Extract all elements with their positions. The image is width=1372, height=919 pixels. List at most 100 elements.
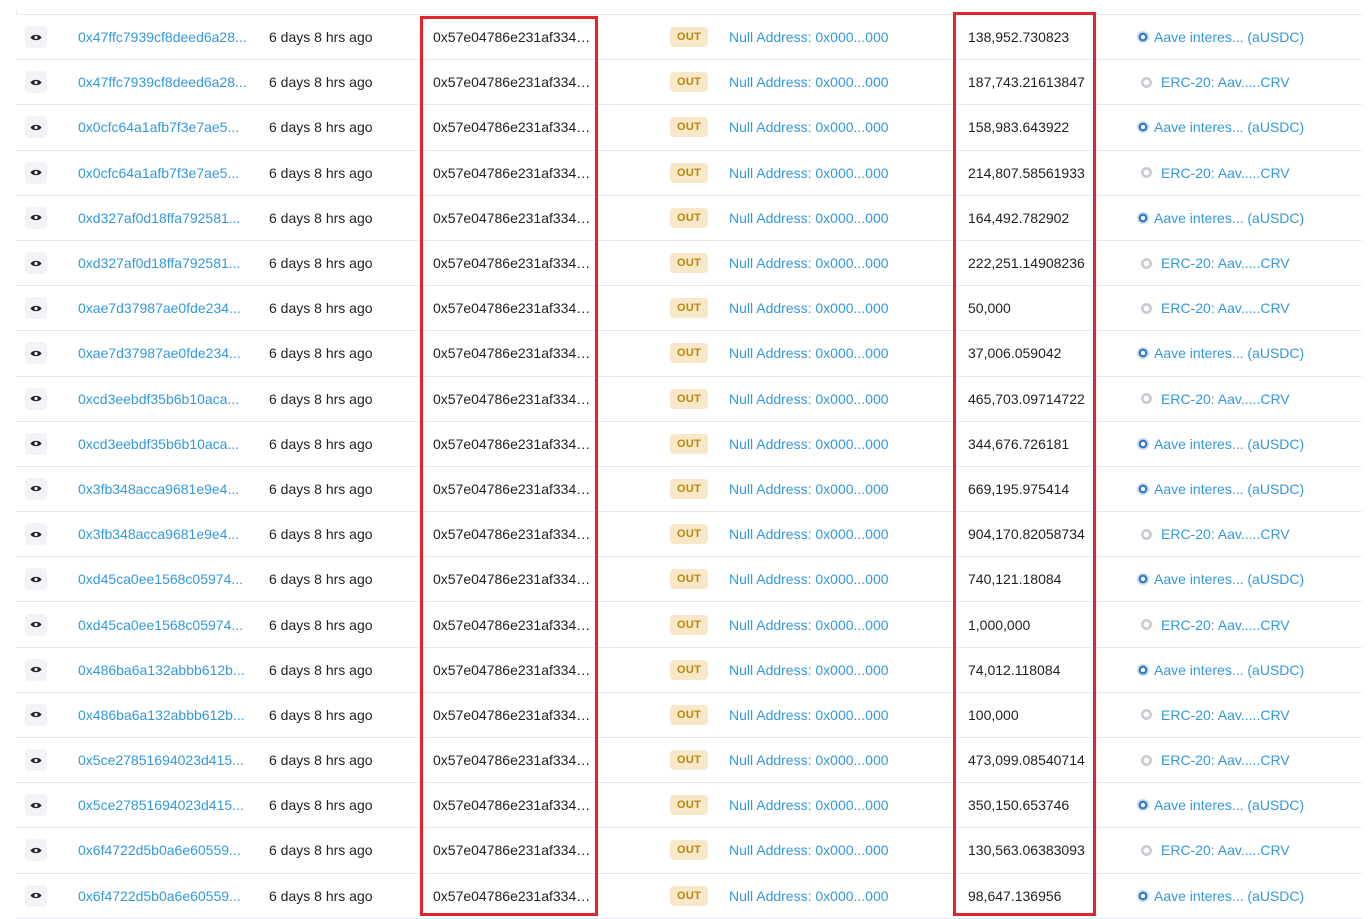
txn-hash-link[interactable]: 0x47ffc7939cf8deed6a28... [78, 74, 247, 90]
from-address[interactable]: 0x57e04786e231af3343... [433, 526, 591, 542]
txn-hash-link[interactable]: 0x0cfc64a1afb7f3e7ae5... [78, 165, 239, 181]
from-address[interactable]: 0x57e04786e231af3343... [433, 74, 591, 90]
eye-icon[interactable] [25, 884, 47, 907]
txn-hash-link[interactable]: 0xd45ca0ee1568c05974... [78, 617, 243, 633]
to-address-link[interactable]: Null Address: 0x000...000 [729, 210, 889, 226]
txn-hash-link[interactable]: 0x5ce27851694023d415... [78, 797, 244, 813]
to-address-link[interactable]: Null Address: 0x000...000 [729, 617, 889, 633]
from-address[interactable]: 0x57e04786e231af3343... [433, 617, 591, 633]
from-address[interactable]: 0x57e04786e231af3343... [433, 797, 591, 813]
token-link[interactable]: Aave interes... (aUSDC) [1154, 662, 1304, 678]
txn-hash-link[interactable]: 0xd45ca0ee1568c05974... [78, 571, 243, 587]
eye-icon[interactable] [25, 432, 47, 455]
token-link[interactable]: Aave interes... (aUSDC) [1154, 345, 1304, 361]
to-address-link[interactable]: Null Address: 0x000...000 [729, 842, 889, 858]
token-link[interactable]: Aave interes... (aUSDC) [1154, 436, 1304, 452]
from-address[interactable]: 0x57e04786e231af3343... [433, 210, 591, 226]
eye-icon[interactable] [25, 749, 47, 772]
eye-icon[interactable] [25, 523, 47, 546]
eye-icon[interactable] [25, 342, 47, 365]
token-link[interactable]: Aave interes... (aUSDC) [1154, 571, 1304, 587]
txn-hash-link[interactable]: 0xd327af0d18ffa792581... [78, 255, 240, 271]
to-address-link[interactable]: Null Address: 0x000...000 [729, 752, 889, 768]
eye-icon[interactable] [25, 116, 47, 139]
token-link[interactable]: ERC-20: Aav.....CRV [1161, 617, 1290, 633]
txn-hash-link[interactable]: 0x6f4722d5b0a6e60559... [78, 888, 241, 904]
from-address[interactable]: 0x57e04786e231af3343... [433, 707, 591, 723]
token-link[interactable]: ERC-20: Aav.....CRV [1161, 707, 1290, 723]
to-address-link[interactable]: Null Address: 0x000...000 [729, 300, 889, 316]
txn-hash-link[interactable]: 0x5ce27851694023d415... [78, 752, 244, 768]
from-address[interactable]: 0x57e04786e231af3343... [433, 29, 591, 45]
token-link[interactable]: ERC-20: Aav.....CRV [1161, 752, 1290, 768]
eye-icon[interactable] [25, 794, 47, 817]
token-link[interactable]: ERC-20: Aav.....CRV [1161, 74, 1290, 90]
txn-hash-link[interactable]: 0x486ba6a132abbb612b... [78, 662, 245, 678]
eye-icon[interactable] [25, 703, 47, 726]
eye-icon[interactable] [25, 658, 47, 681]
txn-hash-link[interactable]: 0xcd3eebdf35b6b10aca... [78, 436, 239, 452]
token-link[interactable]: ERC-20: Aav.....CRV [1161, 526, 1290, 542]
from-address[interactable]: 0x57e04786e231af3343... [433, 571, 591, 587]
token-link[interactable]: ERC-20: Aav.....CRV [1161, 842, 1290, 858]
from-address[interactable]: 0x57e04786e231af3343... [433, 345, 591, 361]
eye-icon[interactable] [25, 26, 47, 49]
from-address[interactable]: 0x57e04786e231af3343... [433, 436, 591, 452]
token-link[interactable]: Aave interes... (aUSDC) [1154, 888, 1304, 904]
from-address[interactable]: 0x57e04786e231af3343... [433, 255, 591, 271]
eye-icon[interactable] [25, 839, 47, 862]
eye-icon[interactable] [25, 71, 47, 94]
from-address[interactable]: 0x57e04786e231af3343... [433, 842, 591, 858]
to-address-link[interactable]: Null Address: 0x000...000 [729, 255, 889, 271]
txn-hash-link[interactable]: 0xd327af0d18ffa792581... [78, 210, 240, 226]
eye-icon[interactable] [25, 297, 47, 320]
to-address-link[interactable]: Null Address: 0x000...000 [729, 29, 889, 45]
from-address[interactable]: 0x57e04786e231af3343... [433, 300, 591, 316]
token-link[interactable]: ERC-20: Aav.....CRV [1161, 165, 1290, 181]
eye-icon[interactable] [25, 477, 47, 500]
from-address[interactable]: 0x57e04786e231af3343... [433, 752, 591, 768]
from-address[interactable]: 0x57e04786e231af3343... [433, 481, 591, 497]
token-link[interactable]: Aave interes... (aUSDC) [1154, 797, 1304, 813]
txn-hash-link[interactable]: 0x3fb348acca9681e9e4... [78, 481, 239, 497]
to-address-link[interactable]: Null Address: 0x000...000 [729, 662, 889, 678]
from-address[interactable]: 0x57e04786e231af3343... [433, 662, 591, 678]
token-link[interactable]: Aave interes... (aUSDC) [1154, 119, 1304, 135]
from-address[interactable]: 0x57e04786e231af3343... [433, 391, 591, 407]
token-link[interactable]: Aave interes... (aUSDC) [1154, 210, 1304, 226]
token-link[interactable]: Aave interes... (aUSDC) [1154, 29, 1304, 45]
txn-hash-link[interactable]: 0x47ffc7939cf8deed6a28... [78, 29, 247, 45]
txn-hash-link[interactable]: 0x486ba6a132abbb612b... [78, 707, 245, 723]
from-address[interactable]: 0x57e04786e231af3343... [433, 165, 591, 181]
eye-icon[interactable] [25, 206, 47, 229]
to-address-link[interactable]: Null Address: 0x000...000 [729, 345, 889, 361]
to-address-link[interactable]: Null Address: 0x000...000 [729, 391, 889, 407]
to-address-link[interactable]: Null Address: 0x000...000 [729, 74, 889, 90]
to-address-link[interactable]: Null Address: 0x000...000 [729, 481, 889, 497]
txn-hash-link[interactable]: 0x3fb348acca9681e9e4... [78, 526, 239, 542]
to-address-link[interactable]: Null Address: 0x000...000 [729, 526, 889, 542]
token-link[interactable]: ERC-20: Aav.....CRV [1161, 300, 1290, 316]
token-link[interactable]: Aave interes... (aUSDC) [1154, 481, 1304, 497]
txn-hash-link[interactable]: 0x6f4722d5b0a6e60559... [78, 842, 241, 858]
eye-icon[interactable] [25, 568, 47, 591]
eye-icon[interactable] [25, 161, 47, 184]
eye-icon[interactable] [25, 387, 47, 410]
token-link[interactable]: ERC-20: Aav.....CRV [1161, 391, 1290, 407]
from-address[interactable]: 0x57e04786e231af3343... [433, 119, 591, 135]
to-address-link[interactable]: Null Address: 0x000...000 [729, 165, 889, 181]
to-address-link[interactable]: Null Address: 0x000...000 [729, 888, 889, 904]
to-address-link[interactable]: Null Address: 0x000...000 [729, 436, 889, 452]
txn-hash-link[interactable]: 0xae7d37987ae0fde234... [78, 300, 241, 316]
to-address-link[interactable]: Null Address: 0x000...000 [729, 707, 889, 723]
to-address-link[interactable]: Null Address: 0x000...000 [729, 571, 889, 587]
eye-icon[interactable] [25, 613, 47, 636]
to-address-link[interactable]: Null Address: 0x000...000 [729, 797, 889, 813]
txn-hash-link[interactable]: 0xae7d37987ae0fde234... [78, 345, 241, 361]
from-address[interactable]: 0x57e04786e231af3343... [433, 888, 591, 904]
txn-hash-link[interactable]: 0xcd3eebdf35b6b10aca... [78, 391, 239, 407]
to-address-link[interactable]: Null Address: 0x000...000 [729, 119, 889, 135]
txn-hash-link[interactable]: 0x0cfc64a1afb7f3e7ae5... [78, 119, 239, 135]
token-link[interactable]: ERC-20: Aav.....CRV [1161, 255, 1290, 271]
eye-icon[interactable] [25, 252, 47, 275]
